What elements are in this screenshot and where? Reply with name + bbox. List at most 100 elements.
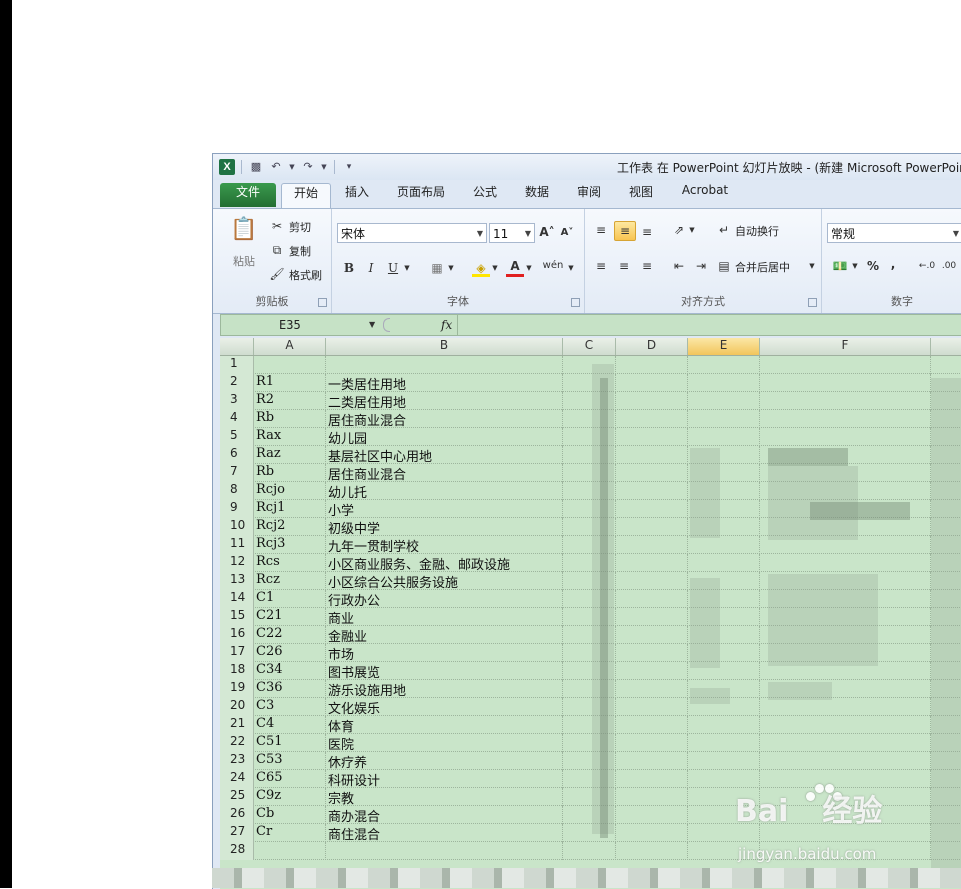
cell-a[interactable]: C65 bbox=[254, 770, 326, 788]
comma-button[interactable]: , bbox=[886, 255, 900, 273]
merge-dropdown-icon[interactable]: ▼ bbox=[807, 257, 817, 275]
cell-f[interactable] bbox=[760, 374, 931, 392]
cell-a[interactable]: C22 bbox=[254, 626, 326, 644]
cell-e[interactable] bbox=[688, 716, 760, 734]
font-color-dropdown-icon[interactable]: ▼ bbox=[524, 259, 534, 277]
column-header-f[interactable]: F bbox=[760, 338, 931, 355]
cell-a[interactable]: C53 bbox=[254, 752, 326, 770]
cell-e[interactable] bbox=[688, 410, 760, 428]
cell-a[interactable]: Rcs bbox=[254, 554, 326, 572]
phonetic-guide-icon[interactable]: wén bbox=[542, 257, 564, 275]
row-header[interactable]: 5 bbox=[220, 428, 254, 446]
cell-d[interactable] bbox=[616, 644, 688, 662]
accounting-format-icon[interactable]: 💵 bbox=[830, 257, 850, 275]
cell-b[interactable]: 金融业 bbox=[326, 626, 563, 644]
cell-d[interactable] bbox=[616, 590, 688, 608]
font-size-select[interactable]: 11 ▼ bbox=[489, 223, 535, 243]
cell-f[interactable] bbox=[760, 428, 931, 446]
cell-a[interactable]: C36 bbox=[254, 680, 326, 698]
row-header[interactable]: 12 bbox=[220, 554, 254, 572]
cell-d[interactable] bbox=[616, 374, 688, 392]
cell-d[interactable] bbox=[616, 410, 688, 428]
orientation-icon[interactable]: ⇗ bbox=[669, 221, 689, 239]
merge-center-button[interactable]: 合并后居中 bbox=[735, 259, 790, 275]
clipboard-launcher-icon[interactable] bbox=[318, 298, 327, 307]
cell-d[interactable] bbox=[616, 752, 688, 770]
row-header[interactable]: 28 bbox=[220, 842, 254, 860]
cell-f[interactable] bbox=[760, 698, 931, 716]
cell-b[interactable]: 宗教 bbox=[326, 788, 563, 806]
save-icon[interactable]: ▩ bbox=[248, 159, 264, 175]
cell-e[interactable] bbox=[688, 356, 760, 374]
borders-icon[interactable]: ▦ bbox=[428, 259, 446, 277]
customize-qat-icon[interactable]: ▾ bbox=[341, 159, 357, 175]
borders-dropdown-icon[interactable]: ▼ bbox=[446, 259, 456, 277]
cell-b[interactable] bbox=[326, 842, 563, 860]
cell-c[interactable] bbox=[563, 842, 616, 860]
cell-d[interactable] bbox=[616, 824, 688, 842]
cell-b[interactable]: 居住商业混合 bbox=[326, 410, 563, 428]
formula-bar-handle-icon[interactable] bbox=[383, 318, 390, 332]
paste-icon[interactable]: 📋 bbox=[229, 215, 259, 245]
cell-d[interactable] bbox=[616, 482, 688, 500]
cell-a[interactable]: Cr bbox=[254, 824, 326, 842]
insert-function-icon[interactable]: fx bbox=[441, 315, 452, 335]
cell-a[interactable]: C26 bbox=[254, 644, 326, 662]
cell-b[interactable]: 居住商业混合 bbox=[326, 464, 563, 482]
number-format-select[interactable]: 常规 ▼ bbox=[827, 223, 961, 243]
decrease-indent-icon[interactable]: ⇤ bbox=[669, 257, 689, 275]
select-all-corner[interactable] bbox=[220, 338, 254, 355]
increase-indent-icon[interactable]: ⇥ bbox=[691, 257, 711, 275]
cell-b[interactable]: 游乐设施用地 bbox=[326, 680, 563, 698]
cell-d[interactable] bbox=[616, 572, 688, 590]
cell-a[interactable]: Rcjo bbox=[254, 482, 326, 500]
tab-home[interactable]: 开始 bbox=[281, 183, 331, 208]
accounting-dropdown-icon[interactable]: ▼ bbox=[850, 257, 860, 275]
cell-b[interactable]: 初级中学 bbox=[326, 518, 563, 536]
cell-a[interactable]: C21 bbox=[254, 608, 326, 626]
cell-e[interactable] bbox=[688, 752, 760, 770]
cell-b[interactable]: 幼儿园 bbox=[326, 428, 563, 446]
row-header[interactable]: 24 bbox=[220, 770, 254, 788]
cell-b[interactable]: 市场 bbox=[326, 644, 563, 662]
cell-b[interactable]: 二类居住用地 bbox=[326, 392, 563, 410]
cell-d[interactable] bbox=[616, 662, 688, 680]
cell-a[interactable] bbox=[254, 842, 326, 860]
cell-a[interactable]: Rcj2 bbox=[254, 518, 326, 536]
cell-b[interactable]: 小学 bbox=[326, 500, 563, 518]
align-right-icon[interactable]: ≡ bbox=[637, 257, 657, 275]
row-header[interactable]: 25 bbox=[220, 788, 254, 806]
font-name-select[interactable]: 宋体 ▼ bbox=[337, 223, 487, 243]
cell-b[interactable]: 商办混合 bbox=[326, 806, 563, 824]
cell-b[interactable]: 体育 bbox=[326, 716, 563, 734]
cell-a[interactable]: R1 bbox=[254, 374, 326, 392]
font-launcher-icon[interactable] bbox=[571, 298, 580, 307]
format-painter-button[interactable]: 格式刷 bbox=[289, 267, 322, 283]
row-header[interactable]: 16 bbox=[220, 626, 254, 644]
row-header[interactable]: 10 bbox=[220, 518, 254, 536]
cell-b[interactable]: 图书展览 bbox=[326, 662, 563, 680]
tab-formulas[interactable]: 公式 bbox=[467, 183, 503, 207]
column-header-next[interactable] bbox=[931, 338, 961, 355]
cell-d[interactable] bbox=[616, 428, 688, 446]
cell-a[interactable] bbox=[254, 356, 326, 374]
cell-d[interactable] bbox=[616, 626, 688, 644]
cell-a[interactable]: C4 bbox=[254, 716, 326, 734]
row-header[interactable]: 18 bbox=[220, 662, 254, 680]
cell-a[interactable]: Rb bbox=[254, 464, 326, 482]
cell-b[interactable]: 小区综合公共服务设施 bbox=[326, 572, 563, 590]
cell-d[interactable] bbox=[616, 842, 688, 860]
redo-dropdown-icon[interactable]: ▼ bbox=[320, 159, 328, 175]
cell-d[interactable] bbox=[616, 554, 688, 572]
cell-d[interactable] bbox=[616, 680, 688, 698]
tab-insert[interactable]: 插入 bbox=[337, 183, 377, 207]
row-header[interactable]: 20 bbox=[220, 698, 254, 716]
tab-data[interactable]: 数据 bbox=[519, 183, 555, 207]
orientation-dropdown-icon[interactable]: ▼ bbox=[687, 221, 697, 239]
cell-a[interactable]: C9z bbox=[254, 788, 326, 806]
cell-b[interactable]: 小区商业服务、金融、邮政设施 bbox=[326, 554, 563, 572]
fill-color-icon[interactable]: ◈ bbox=[472, 259, 490, 277]
cell-f[interactable] bbox=[760, 716, 931, 734]
row-header[interactable]: 7 bbox=[220, 464, 254, 482]
align-middle-icon[interactable]: ≡ bbox=[614, 221, 636, 241]
